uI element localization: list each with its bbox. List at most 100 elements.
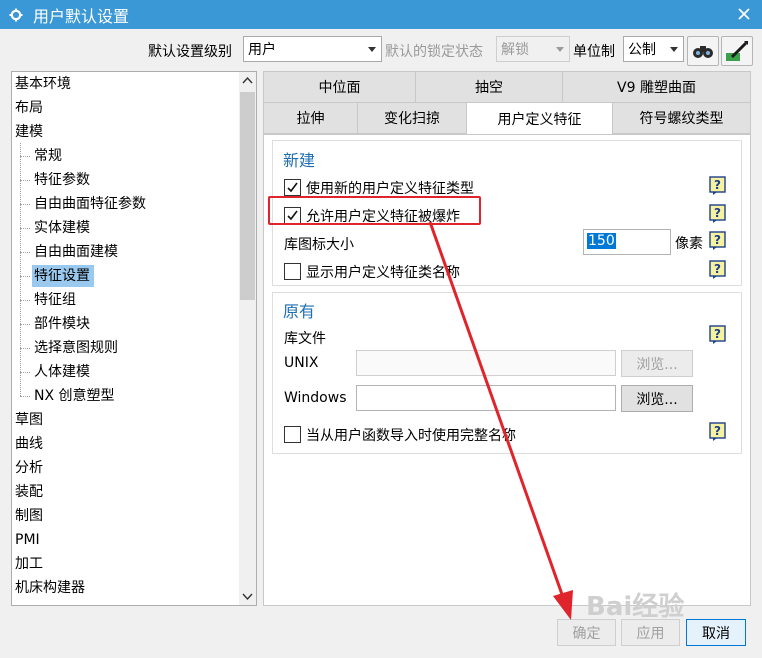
windows-browse-button[interactable]: 浏览... bbox=[621, 385, 693, 412]
tree-guide-line bbox=[20, 143, 21, 396]
svg-text:?: ? bbox=[714, 424, 721, 438]
checkmark-icon bbox=[287, 210, 298, 221]
settings-panel: 新建 使用新的用户定义特征类型 ? 允许用户定义特征被爆炸 ? 库图标大小 15… bbox=[263, 134, 751, 606]
tree-connector bbox=[20, 276, 30, 277]
chevron-down-icon bbox=[556, 47, 564, 52]
ok-button: 确定 bbox=[557, 619, 616, 646]
settings-toolbar: 默认设置级别 用户 默认的锁定状态 解锁 单位制 公制 bbox=[0, 36, 762, 66]
scroll-thumb[interactable] bbox=[240, 92, 255, 300]
show-name-label: 显示用户定义特征类名称 bbox=[306, 265, 460, 281]
tab-symbolic-thread[interactable]: 符号螺纹类型 bbox=[612, 102, 751, 134]
help-icon[interactable]: ? bbox=[709, 176, 727, 196]
customize-button[interactable] bbox=[721, 36, 753, 66]
help-icon[interactable]: ? bbox=[709, 231, 727, 251]
tree-connector bbox=[20, 300, 30, 301]
default-level-label: 默认设置级别 bbox=[148, 44, 232, 60]
tree-item[interactable]: 特征组 bbox=[32, 289, 80, 311]
tree-connector bbox=[20, 348, 30, 349]
help-icon[interactable]: ? bbox=[709, 204, 727, 224]
unix-path-input bbox=[356, 350, 616, 376]
icon-size-unit: 像素 bbox=[675, 236, 703, 252]
close-icon[interactable] bbox=[734, 4, 754, 24]
tree-item[interactable]: NX 创意塑型 bbox=[32, 385, 119, 407]
allow-explode-label: 允许用户定义特征被爆炸 bbox=[306, 209, 460, 225]
apply-button: 应用 bbox=[621, 619, 680, 646]
binoculars-icon bbox=[693, 46, 713, 58]
svg-text:?: ? bbox=[714, 233, 721, 247]
tab-shell[interactable]: 抽空 bbox=[415, 71, 563, 103]
window-title: 用户默认设置 bbox=[33, 6, 130, 26]
chevron-down-icon bbox=[368, 47, 376, 52]
tree-connector bbox=[20, 324, 30, 325]
category-tree[interactable]: 基本环境 布局 建模 常规 特征参数 自由曲面特征参数 实体建模 自由曲面建模 特征设置 特征组部… bbox=[11, 71, 257, 606]
use-new-type-label: 使用新的用户定义特征类型 bbox=[306, 181, 474, 197]
default-level-value: 用户 bbox=[248, 42, 276, 58]
help-icon[interactable]: ? bbox=[709, 422, 727, 442]
tree-item[interactable]: 建模 bbox=[15, 121, 43, 143]
full-name-checkbox[interactable] bbox=[284, 426, 301, 443]
tree-item[interactable]: 自由曲面建模 bbox=[32, 241, 122, 263]
icon-size-input[interactable]: 150 bbox=[583, 229, 671, 255]
help-icon[interactable]: ? bbox=[709, 260, 727, 280]
find-button[interactable] bbox=[687, 36, 719, 66]
tree-item[interactable]: 装配 bbox=[15, 481, 43, 503]
scroll-down-icon[interactable] bbox=[239, 588, 256, 605]
tree-item[interactable]: PMI bbox=[15, 529, 40, 551]
tree-item[interactable]: 加工 bbox=[15, 553, 43, 575]
tree-item[interactable]: 特征设置 bbox=[32, 265, 94, 287]
tree-scrollbar[interactable] bbox=[239, 72, 256, 605]
tree-item[interactable]: 常规 bbox=[32, 145, 66, 167]
existing-group: 原有 库文件 ? UNIX 浏览... Windows 浏览... 当从用户函数… bbox=[272, 292, 742, 454]
tab-user-defined-feature[interactable]: 用户定义特征 bbox=[466, 102, 613, 135]
tree-connector bbox=[20, 252, 30, 253]
unix-label: UNIX bbox=[284, 355, 319, 371]
tree-item[interactable]: 机床构建器 bbox=[15, 577, 85, 599]
tree-item[interactable]: 曲线 bbox=[15, 433, 43, 455]
tree-item[interactable]: 布局 bbox=[15, 97, 43, 119]
tree-item[interactable]: 选择意图规则 bbox=[32, 337, 122, 359]
tree-item[interactable]: 制图 bbox=[15, 505, 43, 527]
new-group-title: 新建 bbox=[283, 151, 316, 170]
scroll-up-icon[interactable] bbox=[239, 72, 256, 89]
help-icon[interactable]: ? bbox=[709, 325, 727, 345]
tree-item[interactable]: 实体建模 bbox=[32, 217, 94, 239]
svg-text:?: ? bbox=[714, 262, 721, 276]
tree-connector bbox=[20, 396, 30, 397]
tree-connector bbox=[20, 228, 30, 229]
show-name-checkbox[interactable] bbox=[284, 263, 301, 280]
tree-item[interactable]: 分析 bbox=[15, 457, 43, 479]
tab-midsurface[interactable]: 中位面 bbox=[263, 71, 416, 103]
gear-icon bbox=[9, 8, 23, 21]
tree-item[interactable]: 自由曲面特征参数 bbox=[32, 193, 150, 215]
tree-item[interactable]: 特征参数 bbox=[32, 169, 94, 191]
tree-connector bbox=[20, 156, 30, 157]
tree-item[interactable]: 部件模块 bbox=[32, 313, 94, 335]
unit-select[interactable]: 公制 bbox=[623, 36, 684, 62]
tab-variational-sweep[interactable]: 变化扫掠 bbox=[357, 102, 467, 134]
windows-label: Windows bbox=[284, 390, 347, 406]
svg-text:?: ? bbox=[714, 327, 721, 341]
svg-text:?: ? bbox=[714, 206, 721, 220]
tab-v9-sculpted[interactable]: V9 雕塑曲面 bbox=[562, 71, 751, 103]
windows-path-input[interactable] bbox=[356, 385, 616, 411]
default-level-select[interactable]: 用户 bbox=[243, 36, 382, 62]
new-group: 新建 使用新的用户定义特征类型 ? 允许用户定义特征被爆炸 ? 库图标大小 15… bbox=[272, 140, 742, 286]
cancel-button[interactable]: 取消 bbox=[686, 619, 746, 646]
tab-strip: 中位面 抽空 V9 雕塑曲面 拉伸 变化扫掠 用户定义特征 符号螺纹类型 bbox=[263, 71, 751, 135]
svg-text:?: ? bbox=[714, 178, 721, 192]
unix-browse-button: 浏览... bbox=[621, 350, 693, 377]
icon-size-label: 库图标大小 bbox=[284, 237, 354, 253]
tree-item[interactable]: 基本环境 bbox=[15, 73, 71, 95]
allow-explode-checkbox[interactable] bbox=[284, 207, 301, 224]
lock-state-select: 解锁 bbox=[496, 36, 570, 62]
lock-state-label: 默认的锁定状态 bbox=[385, 44, 483, 60]
unit-label: 单位制 bbox=[573, 44, 615, 60]
tree-item[interactable]: 草图 bbox=[15, 409, 43, 431]
full-name-label: 当从用户函数导入时使用完整名称 bbox=[306, 428, 516, 444]
tree-item[interactable]: 人体建模 bbox=[32, 361, 94, 383]
unit-value: 公制 bbox=[628, 42, 656, 58]
tab-extrude[interactable]: 拉伸 bbox=[263, 102, 358, 134]
tree-connector bbox=[20, 180, 30, 181]
use-new-type-checkbox[interactable] bbox=[284, 179, 301, 196]
checkmark-icon bbox=[287, 182, 298, 193]
